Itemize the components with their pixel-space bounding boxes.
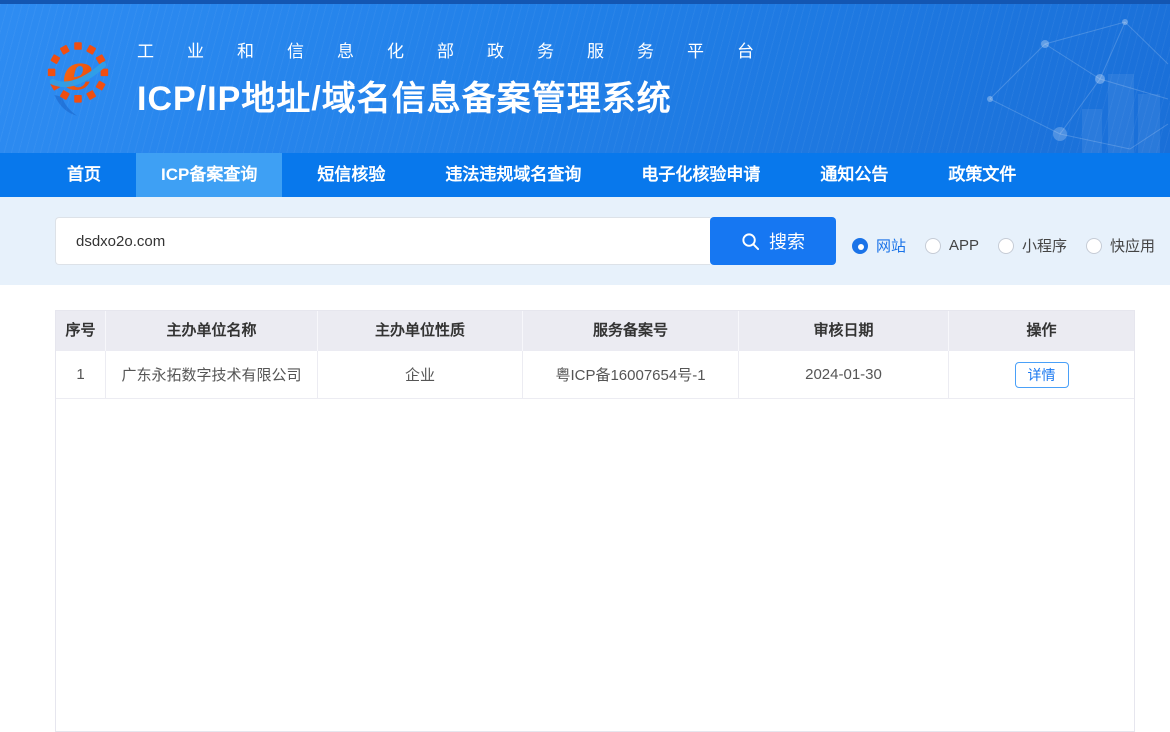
network-decoration-icon xyxy=(987,19,1169,153)
search-button-label: 搜索 xyxy=(769,232,805,252)
ministry-platform-subtitle: 工业和信息化部政务服务平台 xyxy=(137,42,787,61)
column-header-organizer-name: 主办单位名称 xyxy=(106,311,318,351)
search-type-group: 网站 APP 小程序 快应用 xyxy=(852,235,1155,256)
nav-item-icp-query[interactable]: ICP备案查询 xyxy=(136,153,283,197)
radio-unselected-icon xyxy=(1086,237,1103,254)
cell-license-number: 粤ICP备16007654号-1 xyxy=(523,351,739,398)
miit-logo: e xyxy=(45,40,111,118)
main-nav: 首页 ICP备案查询 短信核验 违法违规域名查询 电子化核验申请 通知公告 政策… xyxy=(0,153,1170,197)
site-title: ICP/IP地址/域名信息备案管理系统 xyxy=(137,80,672,118)
results-area: 序号 主办单位名称 主办单位性质 服务备案号 审核日期 操作 1 广东永拓数字技… xyxy=(0,285,1170,732)
table-row: 1 广东永拓数字技术有限公司 企业 粤ICP备16007654号-1 2024-… xyxy=(56,351,1134,399)
column-header-action: 操作 xyxy=(1026,322,1057,339)
cell-organizer-nature: 企业 xyxy=(318,351,523,398)
column-header-organizer-nature: 主办单位性质 xyxy=(318,311,523,351)
site-header: e 工业和信息化部政务服务平台 ICP/IP地址/域名信息备案管理系统 xyxy=(0,4,1170,153)
radio-unselected-icon xyxy=(998,237,1015,254)
radio-label-quickapp: 快应用 xyxy=(1110,238,1156,255)
nav-item-home[interactable]: 首页 xyxy=(42,153,126,197)
table-header-row: 序号 主办单位名称 主办单位性质 服务备案号 审核日期 操作 xyxy=(56,311,1134,351)
search-section: 搜索 网站 APP 小程序 快应用 xyxy=(0,197,1170,285)
radio-label-app: APP xyxy=(949,237,980,254)
detail-button[interactable]: 详情 xyxy=(1014,361,1069,388)
nav-item-notices[interactable]: 通知公告 xyxy=(795,153,913,197)
cell-action: 详情 xyxy=(949,351,1134,398)
results-table: 序号 主办单位名称 主办单位性质 服务备案号 审核日期 操作 1 广东永拓数字技… xyxy=(55,310,1135,732)
radio-option-miniprogram[interactable]: 小程序 xyxy=(998,235,1067,256)
gear-e-logo-icon: e xyxy=(47,41,109,116)
header-titles: 工业和信息化部政务服务平台 ICP/IP地址/域名信息备案管理系统 xyxy=(137,37,787,120)
nav-item-sms-verify[interactable]: 短信核验 xyxy=(292,153,410,197)
radio-label-miniprogram: 小程序 xyxy=(1022,238,1068,255)
column-header-index: 序号 xyxy=(56,311,106,351)
page: e 工业和信息化部政务服务平台 ICP/IP地址/域名信息备案管理系统 首页 I… xyxy=(0,0,1170,732)
nav-item-illegal-domain-query[interactable]: 违法违规域名查询 xyxy=(420,153,606,197)
radio-selected-icon xyxy=(852,237,868,254)
column-header-license-number: 服务备案号 xyxy=(523,311,739,351)
nav-item-policy-files[interactable]: 政策文件 xyxy=(923,153,1041,197)
cell-review-date: 2024-01-30 xyxy=(739,351,949,398)
nav-item-electronic-verify[interactable]: 电子化核验申请 xyxy=(616,153,785,197)
radio-label-website: 网站 xyxy=(876,238,907,255)
radio-unselected-icon xyxy=(925,237,942,254)
radio-option-quickapp[interactable]: 快应用 xyxy=(1086,235,1155,256)
search-icon xyxy=(742,232,760,250)
search-button[interactable]: 搜索 xyxy=(710,217,836,265)
radio-option-website[interactable]: 网站 xyxy=(852,235,906,256)
column-header-review-date: 审核日期 xyxy=(739,311,949,351)
cell-index: 1 xyxy=(56,351,106,398)
search-input[interactable] xyxy=(55,217,710,265)
radio-option-app[interactable]: APP xyxy=(925,237,979,254)
svg-text:e: e xyxy=(62,43,93,101)
cell-organizer-name: 广东永拓数字技术有限公司 xyxy=(106,351,318,398)
